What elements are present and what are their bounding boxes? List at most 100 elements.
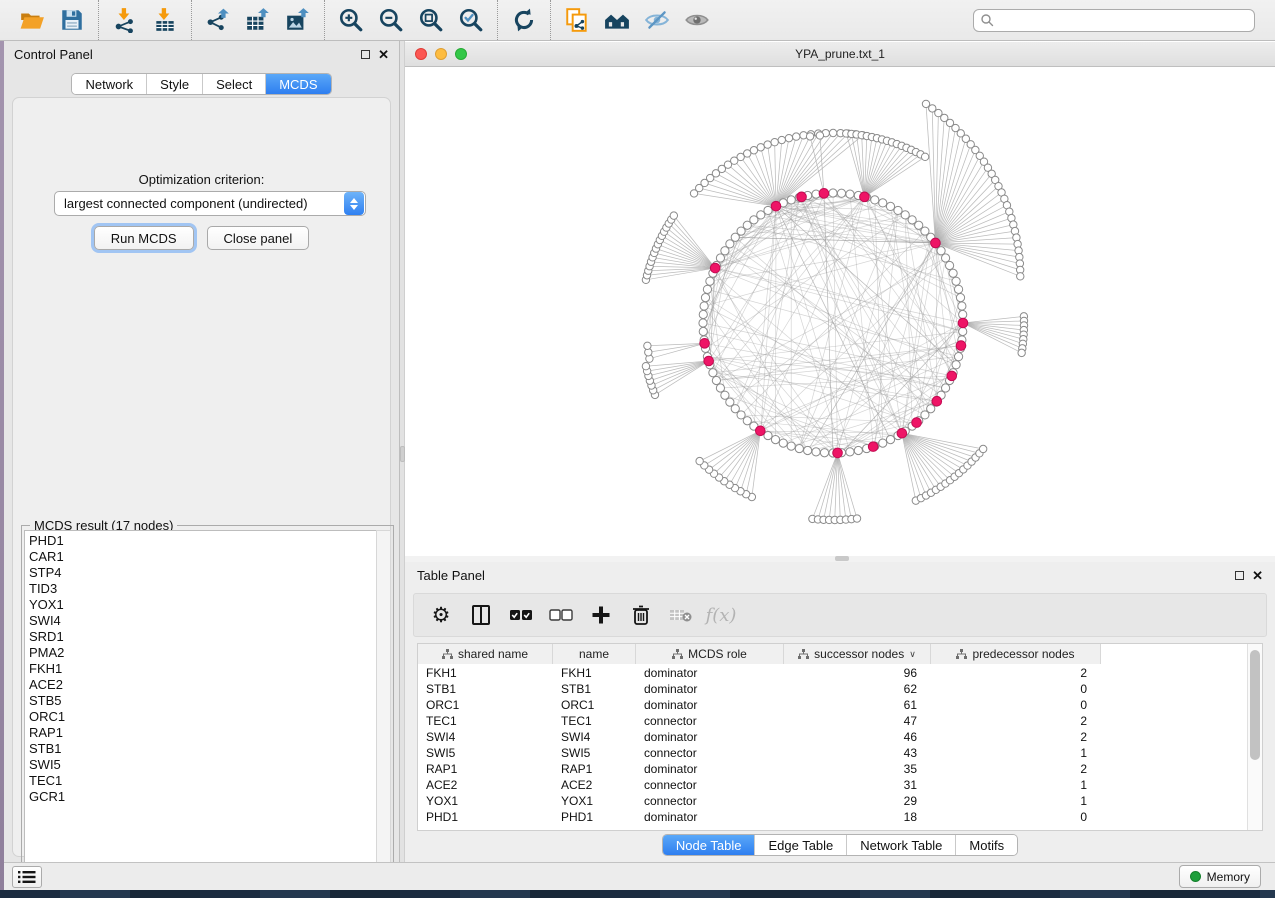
table-row[interactable]: STB1STB1dominator620 <box>418 681 1248 697</box>
mcds-result-item[interactable]: YOX1 <box>29 597 377 613</box>
network-canvas[interactable] <box>405 67 1275 556</box>
close-table-panel-icon[interactable]: ✕ <box>1252 571 1263 580</box>
column-header-successor-nodes[interactable]: successor nodes∨ <box>784 644 931 664</box>
horizontal-splitter-handle[interactable] <box>835 556 849 561</box>
clone-network-button[interactable] <box>557 3 597 37</box>
table-row[interactable]: FKH1FKH1dominator962 <box>418 665 1248 681</box>
import-network-button[interactable] <box>105 3 145 37</box>
create-column-button[interactable] <box>588 602 614 628</box>
network-view-titlebar: YPA_prune.txt_1 <box>405 42 1275 67</box>
import-table-button[interactable] <box>145 3 185 37</box>
zoom-out-button[interactable] <box>371 3 411 37</box>
table-cell: connector <box>636 777 784 793</box>
mcds-result-item[interactable]: SWI5 <box>29 757 377 773</box>
export-network-button[interactable] <box>198 3 238 37</box>
mcds-result-item[interactable]: PHD1 <box>29 533 377 549</box>
delete-table-button[interactable] <box>668 602 694 628</box>
table-cell: 47 <box>784 713 931 729</box>
table-row[interactable]: RAP1RAP1dominator352 <box>418 761 1248 777</box>
show-columns-button[interactable] <box>468 602 494 628</box>
export-image-button[interactable] <box>278 3 318 37</box>
open-file-button[interactable] <box>12 3 52 37</box>
application-window: Control Panel ✕ Optimization criterion: … <box>0 0 1275 898</box>
mcds-result-item[interactable]: CAR1 <box>29 549 377 565</box>
show-all-button[interactable] <box>677 3 717 37</box>
search-input[interactable] <box>994 13 1248 27</box>
mcds-result-item[interactable]: STB5 <box>29 693 377 709</box>
run-mcds-button[interactable]: Run MCDS <box>94 226 194 250</box>
zoom-in-button[interactable] <box>331 3 371 37</box>
column-header-MCDS-role[interactable]: MCDS role <box>636 644 784 664</box>
table-cell: 46 <box>784 729 931 745</box>
optimization-criterion-select[interactable]: largest connected component (undirected) <box>54 191 366 216</box>
first-neighbors-button[interactable] <box>597 3 637 37</box>
table-scrollbar-thumb[interactable] <box>1250 650 1260 760</box>
mcds-result-list[interactable]: PHD1CAR1STP4TID3YOX1SWI4SRD1PMA2FKH1ACE2… <box>24 530 378 893</box>
table-row[interactable]: SWI4SWI4dominator462 <box>418 729 1248 745</box>
show-task-history-button[interactable] <box>12 866 42 888</box>
control-panel-title: Control Panel <box>14 47 93 62</box>
mcds-result-item[interactable]: TID3 <box>29 581 377 597</box>
mcds-result-item[interactable]: ORC1 <box>29 709 377 725</box>
table-tabbar: Node Table Edge Table Network Table Moti… <box>662 834 1018 856</box>
mcds-result-item[interactable]: SRD1 <box>29 629 377 645</box>
plus-icon <box>591 605 611 625</box>
mcds-result-item[interactable]: STP4 <box>29 565 377 581</box>
select-all-columns-button[interactable] <box>508 602 534 628</box>
table-row[interactable]: SWI5SWI5connector431 <box>418 745 1248 761</box>
optimization-criterion-label: Optimization criterion: <box>13 172 390 187</box>
tab-network-table[interactable]: Network Table <box>846 835 955 855</box>
hide-selected-icon <box>644 7 670 33</box>
table-row[interactable]: PHD1PHD1dominator180 <box>418 809 1248 825</box>
close-panel-button[interactable]: Close panel <box>207 226 310 250</box>
hide-selected-button[interactable] <box>637 3 677 37</box>
mcds-result-item[interactable]: SWI4 <box>29 613 377 629</box>
mcds-list-scrollbar[interactable] <box>376 530 391 893</box>
column-header-shared-name[interactable]: shared name <box>418 644 553 664</box>
mcds-result-item[interactable]: PMA2 <box>29 645 377 661</box>
table-row[interactable]: ACE2ACE2connector311 <box>418 777 1248 793</box>
table-scrollbar[interactable] <box>1247 644 1262 830</box>
mcds-result-item[interactable]: RAP1 <box>29 725 377 741</box>
function-builder-button[interactable]: f(x) <box>708 602 734 628</box>
tab-style[interactable]: Style <box>146 74 202 94</box>
close-panel-icon[interactable]: ✕ <box>378 50 389 59</box>
memory-button[interactable]: Memory <box>1179 865 1261 888</box>
table-row[interactable]: ORC1ORC1dominator610 <box>418 697 1248 713</box>
search-field[interactable] <box>973 9 1255 32</box>
zoom-fit-button[interactable] <box>411 3 451 37</box>
table-cell: YOX1 <box>553 793 636 809</box>
delete-columns-button[interactable] <box>628 602 654 628</box>
tab-mcds[interactable]: MCDS <box>265 74 330 94</box>
column-header-label: successor nodes <box>814 647 904 661</box>
refresh-layout-button[interactable] <box>504 3 544 37</box>
table-cell: YOX1 <box>418 793 553 809</box>
table-cell: 18 <box>784 809 931 825</box>
memory-label: Memory <box>1207 870 1250 884</box>
column-header-name[interactable]: name <box>553 644 636 664</box>
table-row[interactable]: TEC1TEC1connector472 <box>418 713 1248 729</box>
mcds-result-item[interactable]: STB1 <box>29 741 377 757</box>
column-header-label: shared name <box>458 647 528 661</box>
mcds-result-item[interactable]: ACE2 <box>29 677 377 693</box>
column-header-predecessor-nodes[interactable]: predecessor nodes <box>931 644 1101 664</box>
mcds-result-item[interactable]: GCR1 <box>29 789 377 805</box>
float-table-panel-icon[interactable] <box>1235 571 1244 580</box>
export-table-button[interactable] <box>238 3 278 37</box>
mcds-result-item[interactable]: TEC1 <box>29 773 377 789</box>
tab-network[interactable]: Network <box>72 74 146 94</box>
table-row[interactable]: YOX1YOX1connector291 <box>418 793 1248 809</box>
mcds-result-item[interactable]: FKH1 <box>29 661 377 677</box>
zoom-selected-button[interactable] <box>451 3 491 37</box>
unselect-all-columns-button[interactable] <box>548 602 574 628</box>
mcds-tab-panel: Optimization criterion: largest connecte… <box>12 97 391 857</box>
tab-node-table[interactable]: Node Table <box>663 835 755 855</box>
table-cell: 2 <box>931 713 1101 729</box>
save-session-button[interactable] <box>52 3 92 37</box>
float-panel-icon[interactable] <box>361 50 370 59</box>
main-toolbar <box>0 0 1275 41</box>
tab-edge-table[interactable]: Edge Table <box>754 835 846 855</box>
tab-motifs[interactable]: Motifs <box>955 835 1017 855</box>
table-options-button[interactable]: ⚙ <box>428 602 454 628</box>
tab-select[interactable]: Select <box>202 74 265 94</box>
